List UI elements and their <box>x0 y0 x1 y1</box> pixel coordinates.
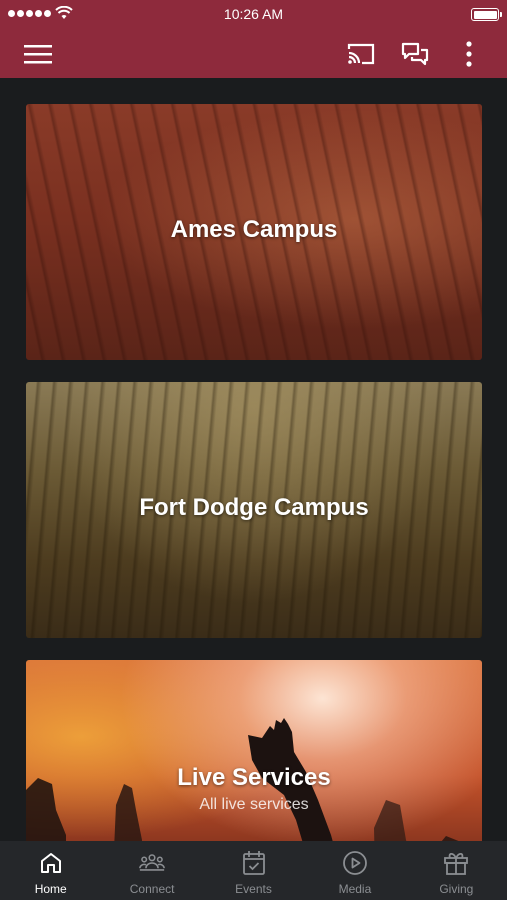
group-icon <box>139 854 166 871</box>
nav-events[interactable]: Events <box>203 841 304 900</box>
card-caption: Live Services All live services <box>26 764 482 814</box>
nav-home-label: Home <box>34 882 67 896</box>
card-title: Ames Campus <box>170 216 338 243</box>
nav-connect-label: Connect <box>129 882 175 896</box>
nav-connect[interactable]: Connect <box>101 841 202 900</box>
campus-card-ames[interactable]: Ames Campus <box>26 104 482 360</box>
chat-bubbles-icon <box>401 42 429 66</box>
live-services-card[interactable]: Live Services All live services <box>26 660 482 841</box>
card-title: Fort Dodge Campus <box>139 494 369 521</box>
cast-button[interactable] <box>341 34 381 74</box>
nav-home[interactable]: Home <box>0 841 101 900</box>
app-bar <box>0 28 507 78</box>
more-options-button[interactable] <box>449 34 489 74</box>
chat-button[interactable] <box>395 34 435 74</box>
status-bar: 10:26 AM <box>0 0 507 28</box>
card-subtitle: All live services <box>199 796 309 813</box>
gift-icon <box>444 852 469 875</box>
nav-giving[interactable]: Giving <box>406 841 507 900</box>
menu-button[interactable] <box>18 34 58 74</box>
play-circle-icon <box>343 851 367 875</box>
nav-giving-label: Giving <box>439 882 474 896</box>
card-caption: Ames Campus <box>26 216 482 244</box>
battery-icon <box>471 8 502 21</box>
nav-events-label: Events <box>235 882 272 896</box>
campus-card-fort-dodge[interactable]: Fort Dodge Campus <box>26 382 482 638</box>
home-icon <box>40 853 61 873</box>
content-feed: Ames Campus Fort Dodge Campus Live Servi… <box>0 78 507 841</box>
calendar-check-icon <box>242 851 265 875</box>
hamburger-menu-icon <box>24 45 52 64</box>
more-vertical-icon <box>466 41 472 67</box>
card-caption: Fort Dodge Campus <box>26 494 482 522</box>
card-title: Live Services <box>177 764 331 791</box>
bottom-navigation: Home Connect Events Media Giving <box>0 841 507 900</box>
cast-icon <box>347 43 375 65</box>
status-time: 10:26 AM <box>223 6 284 22</box>
nav-media-label: Media <box>338 882 372 896</box>
nav-media[interactable]: Media <box>304 841 405 900</box>
